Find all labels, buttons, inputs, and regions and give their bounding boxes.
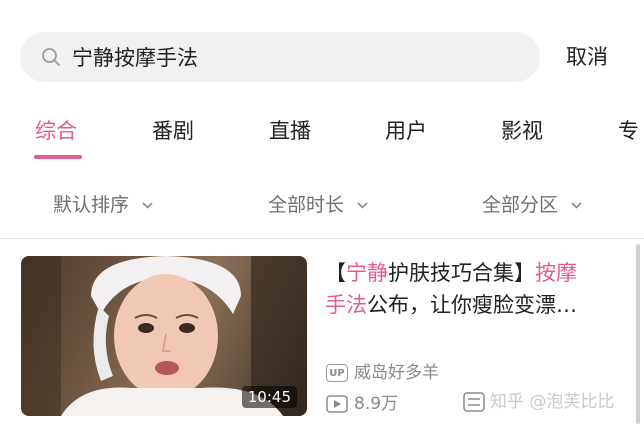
filter-sort[interactable]: 默认排序 bbox=[53, 193, 153, 217]
views-row: 8.9万 bbox=[326, 393, 398, 415]
filter-sort-label: 默认排序 bbox=[53, 194, 130, 216]
video-thumbnail[interactable]: 10:45 bbox=[21, 256, 307, 416]
cancel-button[interactable]: 取消 bbox=[566, 44, 608, 70]
title-highlight: 手法 bbox=[325, 293, 367, 317]
filter-duration[interactable]: 全部时长 bbox=[268, 193, 368, 217]
video-result-card[interactable]: 10:45 【宁静护肤技巧合集】按摩 手法公布，让你瘦脸变漂… UP 威岛好多羊 … bbox=[0, 239, 644, 433]
search-input[interactable] bbox=[72, 32, 512, 82]
play-icon bbox=[326, 395, 348, 413]
view-count: 8.9万 bbox=[354, 394, 399, 414]
up-badge: UP bbox=[326, 364, 348, 382]
tab-comprehensive[interactable]: 综合 bbox=[35, 118, 77, 144]
search-box[interactable] bbox=[20, 32, 540, 82]
filter-category-label: 全部分区 bbox=[482, 194, 559, 216]
title-segment: 护肤技巧合集】 bbox=[388, 261, 535, 285]
video-title[interactable]: 【宁静护肤技巧合集】按摩 手法公布，让你瘦脸变漂… bbox=[325, 257, 625, 321]
filter-category[interactable]: 全部分区 bbox=[482, 193, 582, 217]
filter-duration-label: 全部时长 bbox=[268, 194, 345, 216]
tab-special[interactable]: 专 bbox=[618, 118, 639, 144]
watermark: 知乎 @泡芙比比 bbox=[490, 392, 615, 412]
active-tab-indicator bbox=[34, 155, 82, 159]
search-tabs: 综合 番剧 直播 用户 影视 专 bbox=[0, 112, 644, 162]
video-title-line-2: 手法公布，让你瘦脸变漂… bbox=[325, 289, 625, 321]
tab-users[interactable]: 用户 bbox=[385, 118, 427, 144]
title-segment: 公布，让你瘦脸变漂… bbox=[367, 293, 577, 317]
chevron-down-icon bbox=[142, 202, 153, 209]
chevron-down-icon bbox=[357, 202, 368, 209]
chevron-down-icon bbox=[571, 202, 582, 209]
more-icon[interactable] bbox=[463, 392, 485, 412]
uploader-row[interactable]: UP 威岛好多羊 bbox=[326, 362, 439, 384]
uploader-name: 威岛好多羊 bbox=[354, 363, 439, 383]
tab-film-tv[interactable]: 影视 bbox=[501, 118, 543, 144]
title-segment: 【 bbox=[325, 261, 346, 285]
video-title-line-1: 【宁静护肤技巧合集】按摩 bbox=[325, 257, 625, 289]
title-highlight: 宁静 bbox=[346, 261, 388, 285]
title-highlight: 按摩 bbox=[535, 261, 577, 285]
tab-live[interactable]: 直播 bbox=[269, 118, 311, 144]
scrollbar[interactable] bbox=[636, 244, 640, 424]
search-icon bbox=[42, 48, 60, 66]
tab-anime[interactable]: 番剧 bbox=[152, 118, 194, 144]
video-duration: 10:45 bbox=[241, 386, 297, 408]
